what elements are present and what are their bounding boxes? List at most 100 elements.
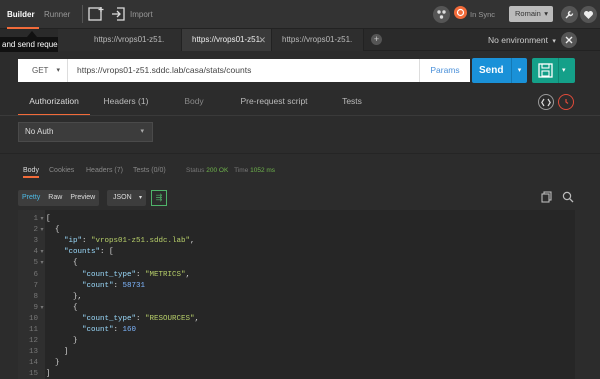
import-label[interactable]: Import xyxy=(130,0,153,29)
fold-toggle-icon[interactable]: ▾ xyxy=(38,224,46,235)
response-divider xyxy=(0,153,600,154)
header-divider xyxy=(82,5,83,23)
code-text: "count": 160 xyxy=(82,326,137,334)
send-options-icon[interactable]: ▾ xyxy=(511,58,527,83)
code-line: 13 ] xyxy=(18,346,575,357)
code-line: 10 "count_type": "RESOURCES", xyxy=(18,313,575,324)
user-menu[interactable]: Romain ▾ xyxy=(509,6,553,22)
code-line: 5 ▾ { xyxy=(18,257,575,268)
environment-select[interactable]: No environment ▾ xyxy=(488,29,556,51)
code-line: 14 } xyxy=(18,357,575,368)
language-label: JSON xyxy=(113,194,132,201)
close-icon[interactable]: ✕ xyxy=(258,29,266,51)
sync-status: In Sync xyxy=(470,10,496,19)
method-select[interactable]: GET ▾ xyxy=(18,59,68,82)
code-text: "counts": [ xyxy=(64,248,114,257)
response-tab-body[interactable]: Body xyxy=(23,164,39,178)
request-tab[interactable]: https://vrops01-z51. xyxy=(272,29,364,51)
request-tab-label: https://vrops01-z51. xyxy=(192,35,263,44)
new-window-icon[interactable] xyxy=(88,6,105,22)
json-string: "vrops01-z51.sddc.lab" xyxy=(91,237,191,246)
add-tab-icon[interactable]: + xyxy=(371,34,382,45)
code-text: "count": 58731 xyxy=(82,281,146,290)
json-key: "count" xyxy=(82,326,114,334)
chevron-down-icon: ▾ xyxy=(140,128,144,135)
quick-look-icon[interactable] xyxy=(561,32,577,48)
top-header: Builder Runner Import In Sync Romain ▾ xyxy=(0,0,600,29)
format-pretty-button[interactable]: Pretty xyxy=(18,190,44,206)
json-key: "count_type" xyxy=(82,270,137,279)
search-icon[interactable] xyxy=(562,191,574,205)
tab-headers[interactable]: Headers (1) xyxy=(95,87,157,116)
auth-type-select[interactable]: No Auth ▾ xyxy=(18,122,153,142)
code-text: ] xyxy=(46,348,69,357)
request-tab[interactable]: https://vrops01-z51. xyxy=(58,29,182,51)
time-value: 1052 ms xyxy=(250,167,276,174)
format-toggle: Pretty Raw Preview xyxy=(18,190,99,206)
response-tab-cookies[interactable]: Cookies xyxy=(49,164,74,178)
status-value: 200 OK xyxy=(206,167,229,174)
status-label: Status xyxy=(186,167,205,174)
user-name: Romain xyxy=(515,9,541,18)
fold-toggle-icon[interactable]: ▾ xyxy=(38,213,46,224)
save-button[interactable]: ▾ xyxy=(532,58,575,83)
tab-builder[interactable]: Builder xyxy=(7,0,39,29)
import-icon[interactable] xyxy=(111,6,127,22)
json-key: "count_type" xyxy=(82,314,137,323)
fold-toggle-icon[interactable]: ▾ xyxy=(38,257,46,268)
chevron-down-icon: ▾ xyxy=(138,195,142,201)
tab-pre-request-script[interactable]: Pre-request script xyxy=(232,87,316,116)
code-snippet-icon[interactable] xyxy=(538,94,554,110)
language-select[interactable]: JSON ▾ xyxy=(107,190,146,206)
code-line: 1 ▾[ xyxy=(18,213,575,224)
fold-toggle-icon[interactable]: ▾ xyxy=(38,246,46,257)
environment-label: No environment xyxy=(488,35,549,45)
settings-icon[interactable] xyxy=(561,6,578,23)
response-tab-headers[interactable]: Headers (7) xyxy=(86,164,123,178)
request-tab-bar: https://vrops01-z51. https://vrops01-z51… xyxy=(0,29,600,51)
json-key: "ip" xyxy=(64,237,83,246)
tab-runner[interactable]: Runner xyxy=(44,0,74,29)
tab-body[interactable]: Body xyxy=(174,87,214,116)
code-line: 8 }, xyxy=(18,291,575,302)
time-label: Time xyxy=(234,167,249,174)
json-string: "METRICS" xyxy=(145,270,186,279)
save-icon xyxy=(538,63,553,78)
json-string: "RESOURCES" xyxy=(145,314,195,323)
response-status: Status 200 OK Time 1052 ms xyxy=(186,164,275,178)
code-line: 4 ▾ "counts": [ xyxy=(18,246,575,257)
json-key: "counts" xyxy=(64,248,101,257)
code-text: } xyxy=(46,359,60,368)
auth-type-label: No Auth xyxy=(25,127,54,136)
request-tab-active[interactable]: https://vrops01-z51. ✕ xyxy=(182,29,272,51)
interceptor-icon[interactable] xyxy=(433,6,450,23)
chevron-down-icon: ▾ xyxy=(56,67,60,74)
response-tab-tests[interactable]: Tests (0/0) xyxy=(133,164,166,178)
format-preview-button[interactable]: Preview xyxy=(66,190,99,206)
tab-authorization[interactable]: Authorization xyxy=(18,87,90,116)
code-line: 7 "count": 58731 xyxy=(18,280,575,291)
save-options-icon[interactable]: ▾ xyxy=(562,58,566,83)
code-line: 3 "ip": "vrops01-z51.sddc.lab", xyxy=(18,235,575,246)
wrap-lines-icon[interactable]: ⇶ xyxy=(151,190,167,206)
line-number: 15 xyxy=(28,370,38,379)
history-icon[interactable] xyxy=(558,94,574,110)
url-input[interactable] xyxy=(68,59,419,82)
heart-icon[interactable] xyxy=(580,6,597,23)
method-label: GET xyxy=(32,66,49,75)
format-raw-button[interactable]: Raw xyxy=(44,190,66,206)
copy-icon[interactable] xyxy=(541,191,552,205)
fold-toggle-icon[interactable]: ▾ xyxy=(38,302,46,313)
sync-icon[interactable] xyxy=(454,6,467,19)
save-divider xyxy=(558,58,559,83)
json-number: 58731 xyxy=(122,281,146,290)
params-button[interactable]: Params xyxy=(419,59,470,82)
tab-tests[interactable]: Tests xyxy=(333,87,371,116)
